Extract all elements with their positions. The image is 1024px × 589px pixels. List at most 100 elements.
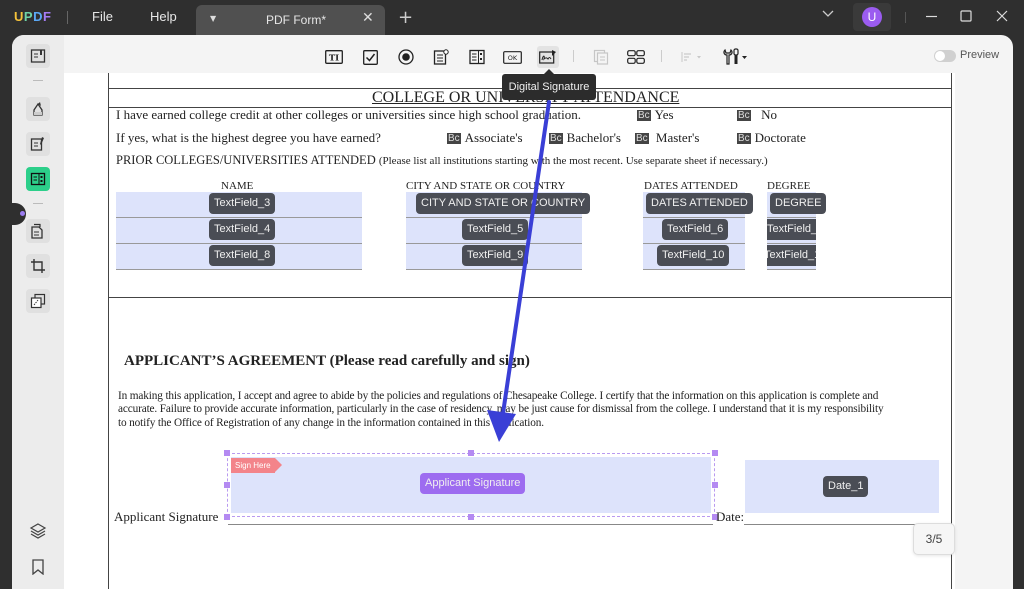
sidebar-item-protect[interactable] bbox=[26, 289, 50, 313]
resize-handle[interactable] bbox=[468, 514, 474, 520]
tab-dropdown-icon[interactable]: ▼ bbox=[210, 14, 216, 23]
form-field-chip[interactable]: TextField_6 bbox=[662, 219, 729, 240]
form-icon bbox=[30, 172, 46, 186]
form-field-chip[interactable]: TextField_4 bbox=[209, 219, 276, 240]
sidebar-item-crop-pages[interactable] bbox=[26, 254, 50, 278]
option-doctorate-label: Doctorate bbox=[754, 130, 806, 145]
checkbox-masters[interactable]: Bc bbox=[635, 133, 649, 144]
prior-colleges-heading: PRIOR COLLEGES/UNIVERSITIES ATTENDED (Pl… bbox=[116, 153, 768, 168]
checkbox-bachelors[interactable]: Bc bbox=[549, 133, 563, 144]
grid-tool[interactable] bbox=[625, 46, 647, 68]
sidebar-item-edit-pdf[interactable] bbox=[26, 132, 50, 156]
bookmark-icon[interactable] bbox=[31, 559, 45, 579]
col-header-city: CITY AND STATE OR COUNTRY bbox=[406, 180, 566, 192]
form-field-chip[interactable]: TextField_8 bbox=[209, 245, 276, 266]
highlighter-icon bbox=[33, 102, 43, 116]
option-bachelors[interactable]: Bc Bachelor's bbox=[549, 130, 621, 146]
tab-close-icon[interactable]: ✕ bbox=[362, 10, 374, 26]
agreement-line-1: In making this application, I accept and… bbox=[118, 390, 879, 402]
radio-icon bbox=[398, 49, 414, 65]
resize-handle[interactable] bbox=[468, 450, 474, 456]
question-degree: If yes, what is the highest degree you h… bbox=[116, 130, 381, 145]
option-yes-label: Yes bbox=[654, 107, 674, 122]
digital-signature-tooltip: Digital Signature bbox=[502, 69, 596, 100]
resize-handle[interactable] bbox=[712, 450, 718, 456]
avatar[interactable]: U bbox=[862, 7, 882, 27]
sidebar-item-organize-pages[interactable] bbox=[26, 219, 50, 243]
page-border-right bbox=[951, 73, 952, 589]
form-field-chip[interactable]: DEGREE bbox=[770, 193, 827, 214]
account-button[interactable]: U bbox=[853, 3, 891, 31]
checkbox-yes[interactable]: Bc bbox=[637, 110, 651, 121]
date-field-chip[interactable]: Date_1 bbox=[823, 476, 869, 497]
chevron-down-icon[interactable] bbox=[822, 7, 834, 23]
checkbox-associates[interactable]: Bc bbox=[447, 133, 461, 144]
page-border-left bbox=[108, 73, 109, 589]
layers-icon[interactable] bbox=[29, 522, 47, 544]
title-bar: UPDF File Help ▼ PDF Form* ✕ + U bbox=[0, 0, 1024, 35]
resize-handle[interactable] bbox=[224, 482, 230, 488]
menu-help[interactable]: Help bbox=[150, 9, 177, 24]
sidebar-item-prepare-form[interactable] bbox=[26, 167, 50, 191]
form-field-chip[interactable]: DATES ATTENDED bbox=[646, 193, 753, 214]
option-yes[interactable]: Bc Yes bbox=[637, 107, 674, 123]
edit-pdf-icon bbox=[30, 137, 44, 151]
page-indicator: 3/5 bbox=[913, 523, 955, 555]
resize-handle[interactable] bbox=[224, 514, 230, 520]
sidebar-item-comment[interactable] bbox=[26, 97, 50, 121]
organize-pages-icon bbox=[31, 223, 43, 239]
text-field-tool[interactable]: TI bbox=[323, 46, 345, 68]
checkbox-no[interactable]: Bc bbox=[737, 110, 751, 121]
close-window-icon[interactable] bbox=[996, 10, 1008, 26]
align-tool[interactable] bbox=[680, 46, 706, 68]
maximize-icon[interactable] bbox=[960, 10, 972, 26]
sign-here-tag: Sign Here bbox=[231, 458, 282, 473]
new-tab-icon[interactable]: + bbox=[398, 7, 413, 28]
form-field-chip[interactable]: TextField_7 bbox=[767, 219, 816, 240]
row-rule bbox=[406, 269, 582, 270]
row-rule bbox=[116, 269, 362, 270]
wrench-screwdriver-icon bbox=[723, 48, 747, 65]
form-field-chip[interactable]: CITY AND STATE OR COUNTRY bbox=[416, 193, 591, 214]
protect-icon bbox=[30, 293, 46, 309]
dropdown-tool[interactable] bbox=[430, 46, 452, 68]
tools-menu[interactable] bbox=[722, 46, 750, 68]
form-field-chip[interactable]: TextField_10 bbox=[657, 245, 730, 266]
duplicate-tool[interactable] bbox=[590, 46, 612, 68]
signature-field-chip[interactable]: Applicant Signature bbox=[420, 473, 526, 494]
align-icon bbox=[681, 52, 701, 62]
option-associates[interactable]: Bc Associate's bbox=[447, 130, 523, 146]
document-tab[interactable]: ▼ PDF Form* ✕ bbox=[196, 5, 385, 35]
radio-button-tool[interactable] bbox=[395, 46, 417, 68]
form-field-chip[interactable]: TextField_3 bbox=[209, 193, 276, 214]
toolbar-separator bbox=[573, 50, 574, 62]
option-masters[interactable]: Bc Master's bbox=[635, 130, 699, 146]
form-field-chip[interactable]: TextField_11 bbox=[767, 245, 816, 266]
grid-icon bbox=[627, 50, 645, 64]
form-field-chip[interactable]: TextField_5 bbox=[462, 219, 529, 240]
date-line bbox=[744, 524, 939, 525]
form-field-chip[interactable]: TextField_9 bbox=[462, 245, 529, 266]
checkbox-tool[interactable] bbox=[359, 46, 381, 68]
menu-file[interactable]: File bbox=[92, 9, 113, 24]
digital-signature-tool[interactable] bbox=[537, 46, 559, 68]
option-doctorate[interactable]: Bc Doctorate bbox=[737, 130, 806, 146]
list-box-tool[interactable] bbox=[466, 46, 488, 68]
duplicate-icon bbox=[593, 49, 609, 65]
text-field-icon: TI bbox=[325, 50, 343, 64]
preview-toggle[interactable] bbox=[934, 50, 956, 62]
option-no[interactable]: Bc No bbox=[737, 107, 777, 123]
option-associates-label: Associate's bbox=[464, 130, 523, 145]
checkbox-doctorate[interactable]: Bc bbox=[737, 133, 751, 144]
button-tool[interactable]: OK bbox=[501, 46, 523, 68]
resize-handle[interactable] bbox=[224, 450, 230, 456]
col-header-degree: DEGREE bbox=[767, 180, 811, 192]
minimize-icon[interactable] bbox=[925, 10, 938, 27]
sidebar-item-reader[interactable] bbox=[26, 44, 50, 68]
resize-handle[interactable] bbox=[712, 482, 718, 488]
dropdown-icon bbox=[433, 49, 449, 65]
prior-colleges-label: PRIOR COLLEGES/UNIVERSITIES ATTENDED bbox=[116, 153, 376, 167]
crop-icon bbox=[31, 259, 45, 273]
signature-label: Applicant Signature bbox=[114, 509, 219, 524]
row-rule bbox=[406, 243, 582, 244]
